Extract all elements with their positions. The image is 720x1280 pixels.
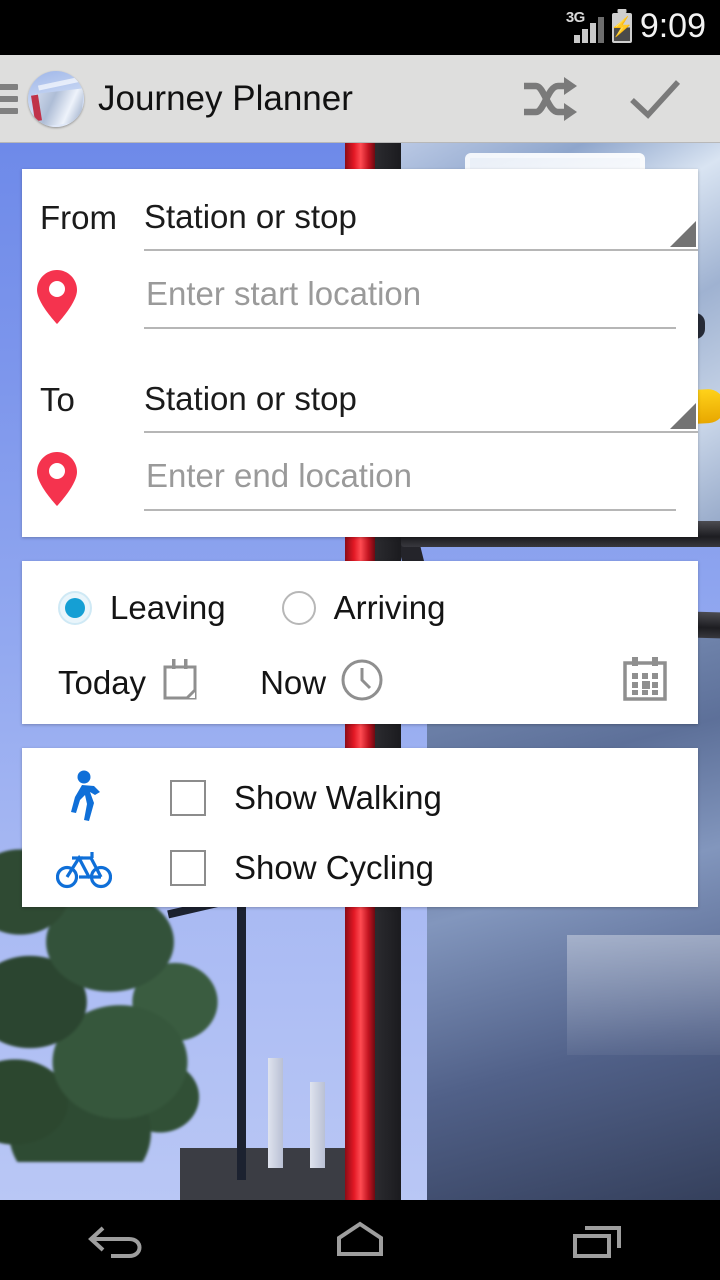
to-type-value: Station or stop: [144, 380, 357, 417]
time-value: Now: [260, 663, 327, 701]
status-bar: 3G ⚡ 9:09: [0, 0, 720, 55]
charging-bolt-glyph: ⚡: [609, 17, 634, 38]
show-cycling-checkbox[interactable]: [170, 850, 206, 886]
radio-arriving-indicator: [281, 591, 316, 625]
date-picker-button[interactable]: Today: [58, 658, 200, 707]
map-pin-icon: [36, 451, 78, 507]
radio-option-leaving[interactable]: Leaving: [58, 589, 226, 627]
calendar-grid-icon[interactable]: [620, 655, 670, 710]
show-walking-label: Show Walking: [234, 779, 442, 816]
dropdown-triangle-icon: [670, 221, 696, 247]
leaving-arriving-radio-group: Leaving Arriving: [58, 589, 445, 627]
time-options-card: Leaving Arriving Today Now: [22, 561, 698, 724]
pedestrian-walking-icon: [56, 770, 112, 826]
time-picker-button[interactable]: Now: [260, 658, 384, 707]
app-bar-actions: [520, 76, 720, 122]
signal-bars-graphic: [573, 16, 604, 43]
date-time-row: Today Now: [58, 655, 670, 710]
hamburger-menu-icon[interactable]: [0, 83, 18, 114]
bicycle-icon: [56, 840, 112, 896]
dropdown-triangle-icon: [670, 403, 696, 429]
to-type-spinner[interactable]: Station or stop: [144, 373, 698, 433]
show-walking-checkbox[interactable]: [170, 780, 206, 816]
radio-leaving-label: Leaving: [110, 589, 226, 626]
clock-icon: [340, 658, 384, 707]
home-icon[interactable]: [290, 1200, 430, 1280]
radio-option-arriving[interactable]: Arriving: [281, 589, 446, 627]
from-type-spinner[interactable]: Station or stop: [144, 191, 698, 251]
start-location-input[interactable]: [144, 267, 676, 329]
date-value: Today: [58, 663, 147, 701]
status-bar-clock: 9:09: [639, 7, 706, 45]
calendar-page-icon: [160, 658, 200, 707]
phone-screen: 3G ⚡ 9:09 Journey Planner From Station o…: [0, 0, 720, 1280]
signal-bars-icon: 3G: [566, 9, 604, 45]
to-label: To: [40, 381, 75, 418]
map-pin-icon: [36, 269, 78, 325]
swap-shuffle-icon[interactable]: [520, 76, 578, 122]
battery-charging-icon: ⚡: [609, 12, 634, 43]
journey-planner-app-icon[interactable]: [28, 70, 84, 127]
transport-modes-card: Show Walking Show Cycling: [22, 748, 698, 907]
back-arrow-icon[interactable]: [50, 1200, 190, 1280]
show-walking-row[interactable]: Show Walking: [56, 770, 442, 826]
page-title: Journey Planner: [98, 78, 353, 118]
from-label: From: [40, 199, 117, 236]
checkmark-icon[interactable]: [626, 76, 684, 122]
show-cycling-row[interactable]: Show Cycling: [56, 840, 434, 896]
recent-apps-icon[interactable]: [530, 1200, 670, 1280]
end-location-input[interactable]: [144, 449, 676, 511]
radio-arriving-label: Arriving: [333, 589, 446, 626]
locations-card: From Station or stop To Station or stop: [22, 169, 698, 537]
show-cycling-label: Show Cycling: [234, 849, 434, 886]
status-bar-icons: 3G ⚡ 9:09: [566, 9, 706, 46]
app-bar: Journey Planner: [0, 55, 720, 143]
radio-leaving-indicator: [58, 591, 92, 625]
android-navigation-bar: [0, 1200, 720, 1280]
from-type-value: Station or stop: [144, 198, 357, 235]
